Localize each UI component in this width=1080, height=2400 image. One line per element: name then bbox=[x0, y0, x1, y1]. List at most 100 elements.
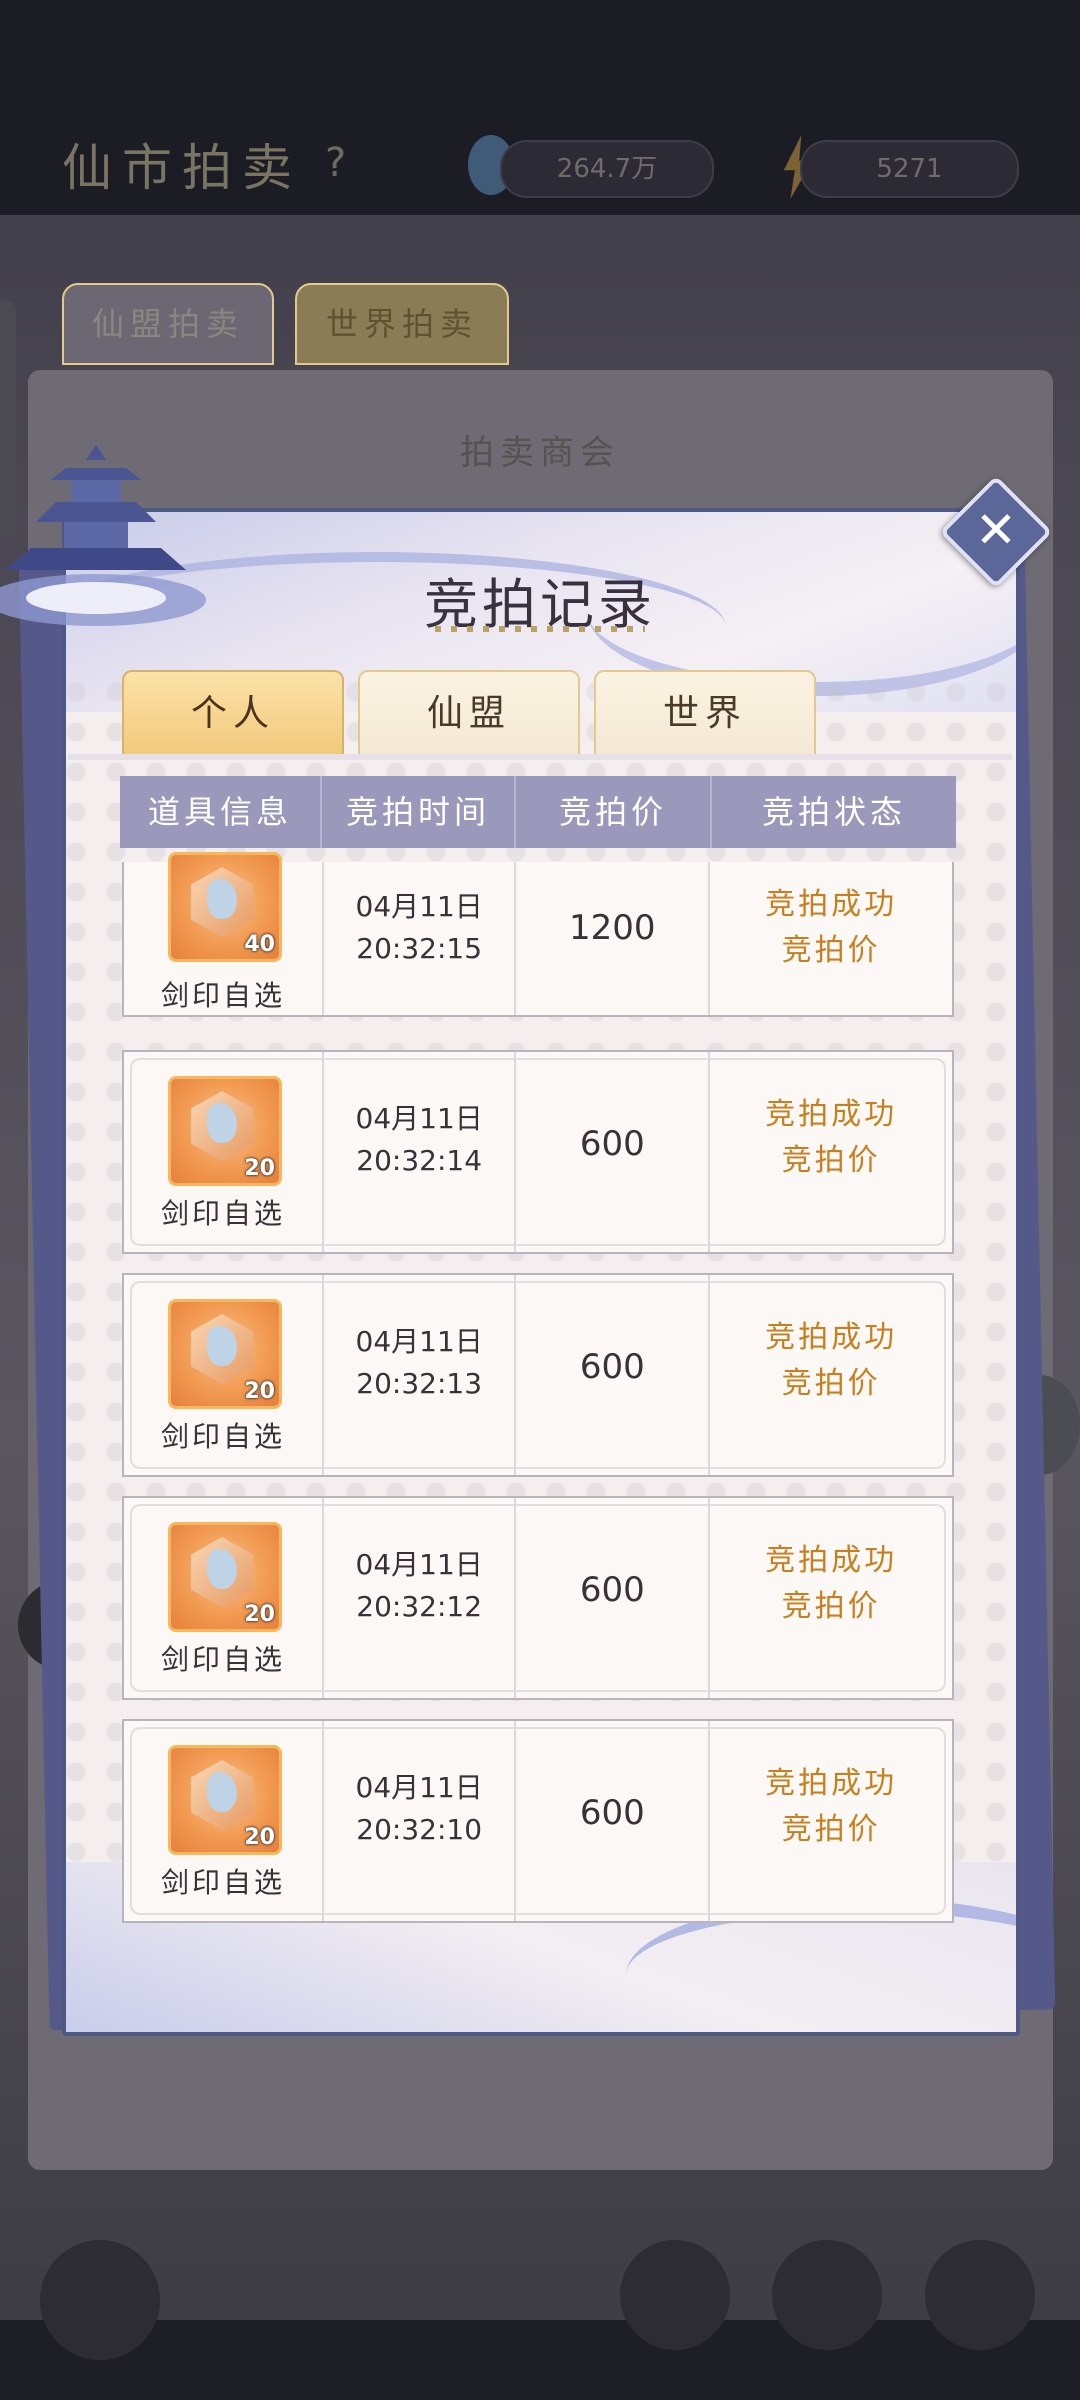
seal-symbol bbox=[207, 1326, 237, 1366]
bottom-bar bbox=[0, 2320, 1080, 2400]
status-line-1: 竞拍成功 bbox=[765, 1097, 898, 1132]
status-line-1: 竞拍成功 bbox=[765, 887, 898, 922]
bid-clock: 20:32:13 bbox=[356, 1367, 483, 1400]
pagoda-icon bbox=[0, 445, 206, 626]
price-cell: 1200 bbox=[516, 862, 711, 1015]
item-name: 剑印自选 bbox=[161, 1866, 286, 1899]
close-icon[interactable]: ✕ bbox=[960, 494, 1032, 566]
status-line-1: 竞拍成功 bbox=[765, 1766, 898, 1801]
bid-clock: 20:32:15 bbox=[356, 932, 483, 965]
bid-price: 600 bbox=[579, 1347, 645, 1387]
time-cell: 04月11日 20:32:12 bbox=[324, 1498, 517, 1698]
status-cell: 竞拍成功 竞拍价 bbox=[710, 862, 952, 1015]
item-count: 20 bbox=[244, 1825, 275, 1850]
bid-price: 1200 bbox=[569, 908, 656, 948]
time-cell: 04月11日 20:32:13 bbox=[324, 1275, 517, 1475]
tab-alliance-auction[interactable]: 仙盟拍卖 bbox=[62, 283, 274, 365]
column-bid-price: 竞拍价 bbox=[516, 776, 712, 848]
sword-seal-item-icon[interactable]: 20 bbox=[168, 1299, 282, 1409]
column-bid-status: 竞拍状态 bbox=[761, 793, 906, 831]
status-cell: 竞拍成功 竞拍价 bbox=[710, 1498, 952, 1698]
tab-alliance[interactable]: 仙盟 bbox=[358, 670, 580, 758]
tab-world[interactable]: 世界 bbox=[594, 670, 816, 758]
time-cell: 04月11日 20:32:10 bbox=[324, 1721, 517, 1921]
seal-symbol bbox=[207, 879, 237, 919]
bottom-menu-button-2[interactable] bbox=[772, 2240, 882, 2350]
table-row[interactable]: 40 剑印自选 04月11日 20:32:15 1200 竞拍成功 竞拍价 bbox=[122, 852, 954, 1017]
bid-status: 竞拍成功 竞拍价 bbox=[710, 1538, 952, 1630]
table-header: 道具信息 竞拍时间 竞拍价 竞拍状态 bbox=[120, 776, 956, 848]
price-cell: 600 bbox=[516, 1275, 711, 1475]
sword-seal-item-icon[interactable]: 20 bbox=[168, 1522, 282, 1632]
status-line-2: 竞拍价 bbox=[781, 1589, 881, 1624]
item-count: 20 bbox=[244, 1379, 275, 1404]
bid-clock: 20:32:10 bbox=[356, 1813, 483, 1846]
price-cell: 600 bbox=[516, 1721, 711, 1921]
sword-seal-item-icon[interactable]: 20 bbox=[168, 1745, 282, 1855]
bid-price: 600 bbox=[579, 1124, 645, 1164]
bid-price: 600 bbox=[579, 1793, 645, 1833]
title-ornament bbox=[435, 626, 645, 632]
tab-personal[interactable]: 个人 bbox=[122, 670, 344, 758]
time-cell: 04月11日 20:32:14 bbox=[324, 1052, 517, 1252]
bottom-menu-button-1[interactable] bbox=[620, 2240, 730, 2350]
bid-date: 04月11日 bbox=[355, 1325, 483, 1358]
panel-header: 拍卖商会 bbox=[460, 433, 620, 473]
item-name: 剑印自选 bbox=[161, 1420, 286, 1453]
status-line-2: 竞拍价 bbox=[781, 1366, 881, 1401]
column-bid-time: 竞拍时间 bbox=[322, 776, 516, 848]
seal-symbol bbox=[207, 1103, 237, 1143]
back-button[interactable] bbox=[40, 2240, 160, 2360]
tab-world-auction[interactable]: 世界拍卖 bbox=[295, 283, 509, 365]
bid-date: 04月11日 bbox=[355, 890, 483, 923]
table-row[interactable]: 20 剑印自选 04月11日 20:32:10 600 竞拍成功竞拍价 bbox=[122, 1719, 954, 1923]
market-title: 仙市拍卖 bbox=[62, 139, 302, 197]
item-count: 20 bbox=[244, 1156, 275, 1181]
help-icon[interactable]: ? bbox=[325, 140, 346, 186]
item-count: 40 bbox=[244, 932, 275, 957]
status-line-2: 竞拍价 bbox=[781, 1812, 881, 1847]
tab-underline bbox=[68, 754, 1012, 760]
resource-2-counter: 5271 bbox=[800, 140, 1019, 198]
status-line-1: 竞拍成功 bbox=[765, 1320, 898, 1355]
bid-date: 04月11日 bbox=[355, 1771, 483, 1804]
price-cell: 600 bbox=[516, 1052, 711, 1252]
sword-seal-item-icon[interactable]: 20 bbox=[168, 1076, 282, 1186]
table-row[interactable]: 20 剑印自选 04月11日 20:32:12 600 竞拍成功竞拍价 bbox=[122, 1496, 954, 1700]
status-cell: 竞拍成功 竞拍价 bbox=[710, 1052, 952, 1252]
bid-clock: 20:32:12 bbox=[356, 1590, 483, 1623]
bid-time: 04月11日 20:32:14 bbox=[324, 1098, 514, 1182]
bid-status: 竞拍成功 竞拍价 bbox=[710, 1092, 952, 1184]
table-row[interactable]: 20 剑印自选 04月11日 20:32:13 600 竞拍成功竞拍价 bbox=[122, 1273, 954, 1477]
bid-status: 竞拍成功 竞拍价 bbox=[710, 1315, 952, 1407]
bid-status: 竞拍成功 竞拍价 bbox=[710, 1761, 952, 1853]
item-name: 剑印自选 bbox=[161, 979, 286, 1012]
bid-date: 04月11日 bbox=[355, 1548, 483, 1581]
price-cell: 600 bbox=[516, 1498, 711, 1698]
bid-date: 04月11日 bbox=[355, 1102, 483, 1135]
bottom-menu-button-3[interactable] bbox=[925, 2240, 1035, 2350]
bid-status: 竞拍成功 竞拍价 bbox=[710, 882, 952, 974]
time-cell: 04月11日 20:32:15 bbox=[324, 862, 517, 1015]
column-item-info: 道具信息 bbox=[120, 776, 322, 848]
sword-seal-item-icon[interactable]: 40 bbox=[168, 852, 282, 962]
bid-time: 04月11日 20:32:13 bbox=[324, 1321, 514, 1405]
table-row[interactable]: 20 剑印自选 04月11日 20:32:14 600 竞拍成功竞拍价 bbox=[122, 1050, 954, 1254]
seal-symbol bbox=[207, 1549, 237, 1589]
bid-time: 04月11日 20:32:12 bbox=[324, 1544, 514, 1628]
item-count: 20 bbox=[244, 1602, 275, 1627]
item-name: 剑印自选 bbox=[161, 1197, 286, 1230]
item-cell: 20 剑印自选 bbox=[124, 1498, 325, 1698]
bid-time: 04月11日 20:32:10 bbox=[324, 1767, 514, 1851]
status-line-2: 竞拍价 bbox=[781, 1143, 881, 1178]
item-cell: 20 剑印自选 bbox=[124, 1721, 325, 1921]
item-name: 剑印自选 bbox=[161, 1643, 286, 1676]
item-cell: 20 剑印自选 bbox=[124, 1275, 325, 1475]
item-cell: 20 剑印自选 bbox=[124, 1052, 325, 1252]
status-cell: 竞拍成功 竞拍价 bbox=[710, 1721, 952, 1921]
resource-1-counter: 264.7万 bbox=[500, 140, 714, 198]
bid-price: 600 bbox=[579, 1570, 645, 1610]
bid-time: 04月11日 20:32:15 bbox=[324, 886, 514, 970]
status-line-1: 竞拍成功 bbox=[765, 1543, 898, 1578]
status-cell: 竞拍成功 竞拍价 bbox=[710, 1275, 952, 1475]
